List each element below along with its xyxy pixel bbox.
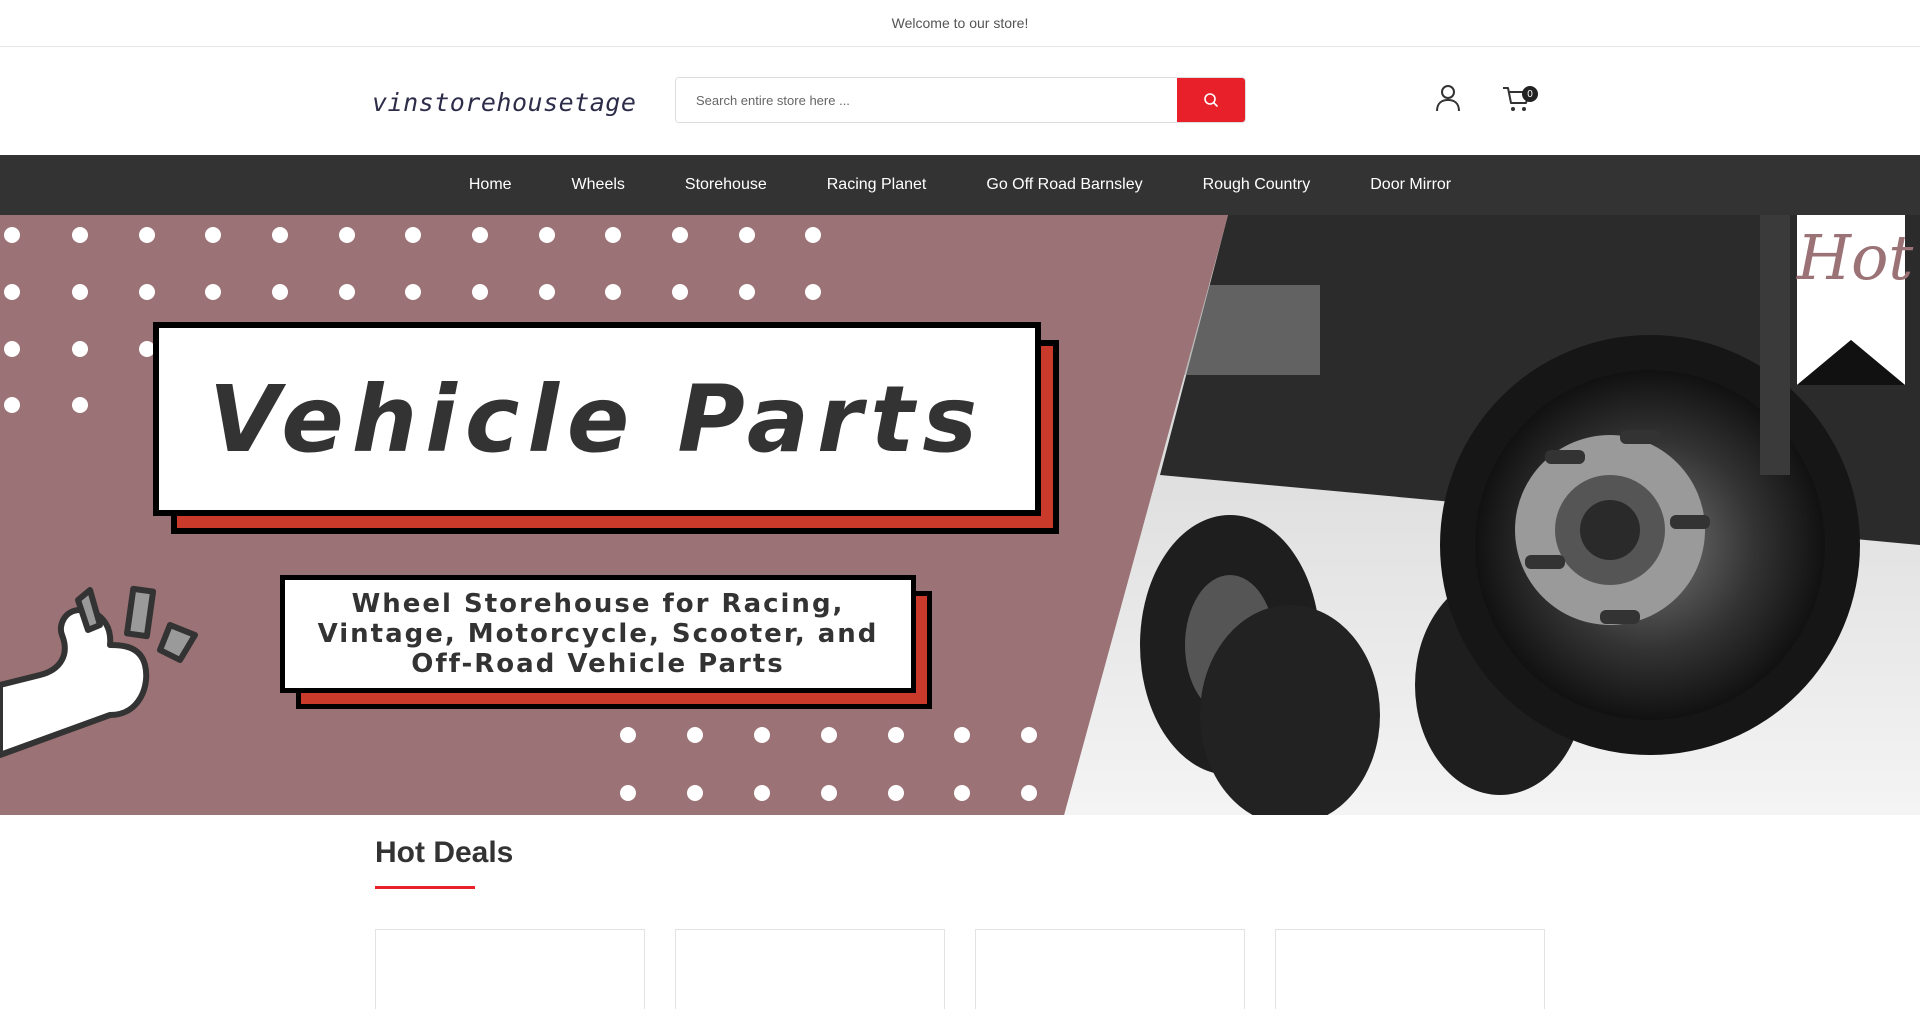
hero-subtitle: Wheel Storehouse for Racing, Vintage, Mo… — [317, 589, 879, 679]
search-bar — [675, 77, 1246, 123]
hero-title: Vehicle Parts — [208, 365, 986, 473]
welcome-text: Welcome to our store! — [891, 15, 1029, 31]
hero-title-box: Vehicle Parts — [153, 322, 1059, 534]
search-button[interactable] — [1177, 78, 1245, 122]
cart-button[interactable]: 0 — [1502, 82, 1538, 114]
hero-subtitle-box: Wheel Storehouse for Racing, Vintage, Mo… — [280, 575, 932, 709]
nav-item-rough-country[interactable]: Rough Country — [1173, 155, 1341, 215]
section-title-hot-deals: Hot Deals — [375, 836, 514, 869]
hot-ribbon-text: Hot — [1797, 221, 1914, 294]
hot-ribbon: Hot — [1797, 215, 1914, 385]
cart-count-badge: 0 — [1522, 86, 1538, 102]
user-icon[interactable] — [1435, 84, 1461, 112]
nav-item-wheels[interactable]: Wheels — [542, 155, 655, 215]
nav-item-racing-planet[interactable]: Racing Planet — [797, 155, 957, 215]
main-nav: Home Wheels Storehouse Racing Planet Go … — [0, 155, 1920, 215]
product-card[interactable] — [675, 929, 945, 1009]
search-icon — [1204, 93, 1218, 107]
product-card[interactable] — [975, 929, 1245, 1009]
search-input[interactable] — [676, 78, 1177, 122]
store-logo[interactable]: vinstorehousetage — [372, 88, 646, 117]
nav-item-home[interactable]: Home — [439, 155, 542, 215]
top-bar: Welcome to our store! — [0, 0, 1920, 47]
nav-item-storehouse[interactable]: Storehouse — [655, 155, 797, 215]
nav-item-door-mirror[interactable]: Door Mirror — [1340, 155, 1481, 215]
product-card[interactable] — [1275, 929, 1545, 1009]
hero-title-frame: Vehicle Parts — [153, 322, 1041, 516]
section-title-underline — [375, 886, 475, 889]
product-card[interactable] — [375, 929, 645, 1009]
hero-subtitle-frame: Wheel Storehouse for Racing, Vintage, Mo… — [280, 575, 916, 693]
nav-item-go-off-road-barnsley[interactable]: Go Off Road Barnsley — [956, 155, 1172, 215]
